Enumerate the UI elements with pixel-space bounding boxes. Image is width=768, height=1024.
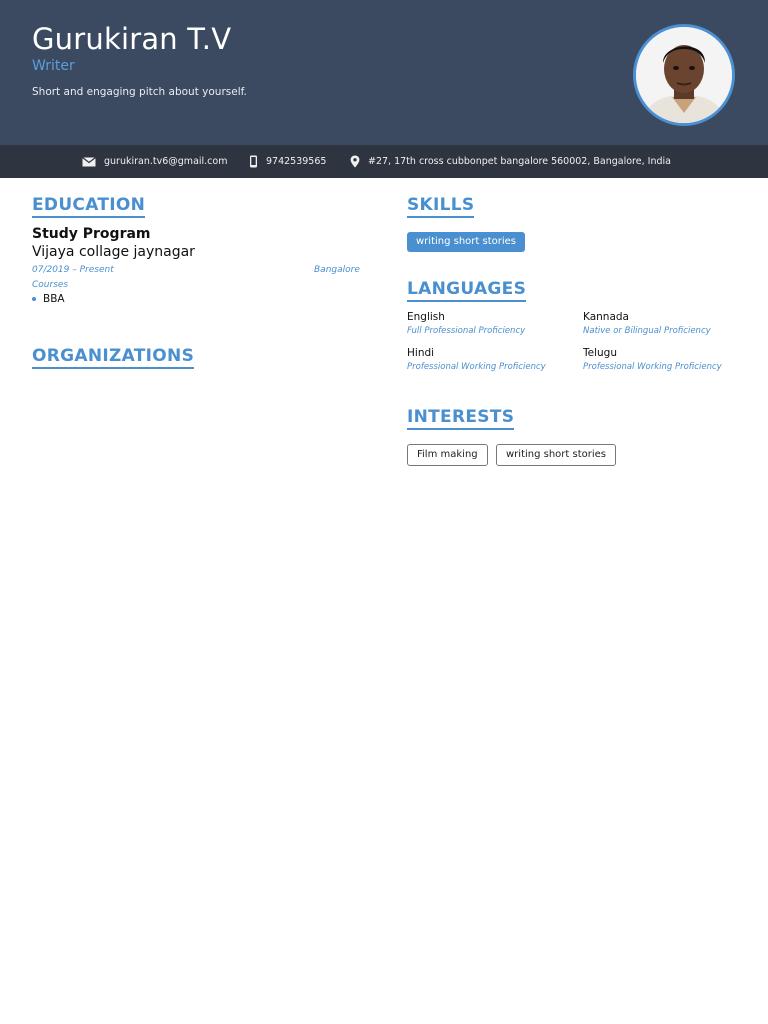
profile-photo-icon xyxy=(636,27,732,123)
languages-heading: LANGUAGES xyxy=(407,279,527,302)
contact-address[interactable]: #27, 17th cross cubbonpet bangalore 5600… xyxy=(350,145,671,178)
language-level: Professional Working Proficiency xyxy=(407,362,546,372)
language-name: English xyxy=(407,311,445,323)
language-name: Telugu xyxy=(583,347,617,359)
education-degree: Study Program xyxy=(32,226,151,242)
language-name: Kannada xyxy=(583,311,629,323)
language-level: Full Professional Proficiency xyxy=(407,326,526,336)
education-dates: 07/2019 – Present xyxy=(32,265,114,275)
skill-chip: writing short stories xyxy=(407,232,526,252)
envelope-icon xyxy=(82,156,96,166)
phone-icon xyxy=(250,155,257,168)
language-name: Hindi xyxy=(407,347,435,359)
education-location: Bangalore xyxy=(314,265,360,275)
person-role: Writer xyxy=(32,58,75,74)
contact-bar: gurukiran.tv6@gmail.com 9742539565 #27, … xyxy=(0,145,768,178)
contact-phone[interactable]: 9742539565 xyxy=(249,145,326,178)
contact-email[interactable]: gurukiran.tv6@gmail.com xyxy=(82,145,227,178)
person-pitch: Short and engaging pitch about yourself. xyxy=(32,86,247,98)
email-text: gurukiran.tv6@gmail.com xyxy=(104,156,228,167)
interests-heading: INTERESTS xyxy=(407,407,515,430)
education-school: Vijaya collage jaynagar xyxy=(32,244,195,260)
language-level: Professional Working Proficiency xyxy=(583,362,722,372)
courses-label: Courses xyxy=(32,280,69,290)
person-name: Gurukiran T.V xyxy=(32,22,232,56)
organizations-heading: ORGANIZATIONS xyxy=(32,346,195,369)
education-heading: EDUCATION xyxy=(32,195,146,218)
skills-heading: SKILLS xyxy=(407,195,475,218)
phone-text: 9742539565 xyxy=(266,156,327,167)
resume-header: Gurukiran T.V Writer Short and engaging … xyxy=(0,0,768,145)
course-item: BBA xyxy=(43,293,65,305)
avatar xyxy=(633,24,735,126)
interest-chip: Film making xyxy=(407,444,488,466)
address-text: #27, 17th cross cubbonpet bangalore 5600… xyxy=(368,156,671,167)
location-pin-icon xyxy=(350,155,360,168)
course-bullet xyxy=(32,297,36,301)
language-level: Native or Bilingual Proficiency xyxy=(583,326,711,336)
interest-chip: writing short stories xyxy=(496,444,617,466)
